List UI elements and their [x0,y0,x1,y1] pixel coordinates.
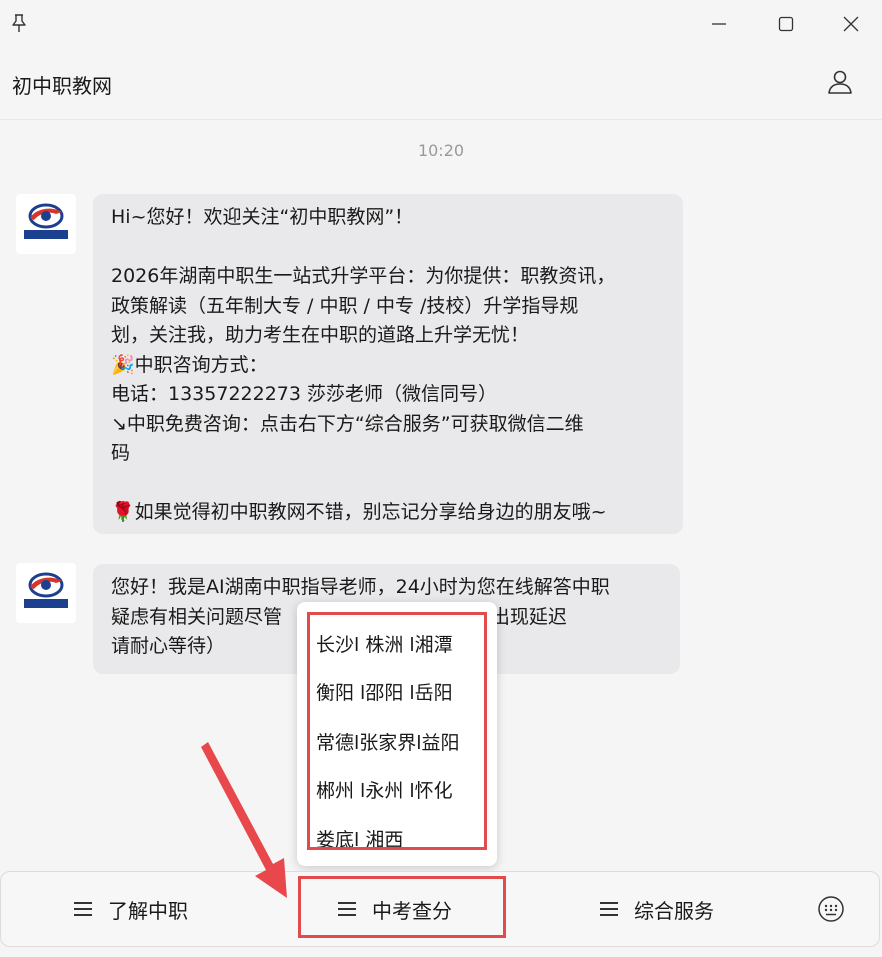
highlight-box [307,612,487,850]
menu-button-label: 综合服务 [634,898,714,923]
menu-button-services[interactable]: 综合服务 [600,871,714,947]
message-timestamp: 10:20 [417,141,465,160]
pin-icon[interactable] [8,12,30,34]
keyboard-icon[interactable] [816,894,846,924]
minimize-button[interactable] [706,11,732,37]
menu-button-label: 了解中职 [108,898,188,923]
close-icon [843,16,859,32]
chat-header: 初中职教网 [0,50,882,120]
header-divider [0,119,882,120]
minimize-icon [712,23,726,25]
message-bubble: Hi~您好！欢迎关注“初中职教网”！ 2026年湖南中职生一站式升学平台：为你提… [93,194,683,534]
sender-avatar[interactable] [16,194,76,254]
sender-avatar[interactable] [16,563,76,623]
user-profile-icon[interactable] [826,68,854,96]
menu-icon [600,902,618,916]
app-title: 初中职教网 [12,74,112,98]
logo-icon [24,203,68,239]
menu-icon [74,902,92,916]
highlight-box [298,876,506,938]
maximize-button[interactable] [773,11,799,37]
menu-button-about[interactable]: 了解中职 [74,871,188,947]
maximize-icon [778,16,794,32]
close-button[interactable] [838,11,864,37]
logo-icon [24,572,68,608]
title-bar [0,0,882,50]
